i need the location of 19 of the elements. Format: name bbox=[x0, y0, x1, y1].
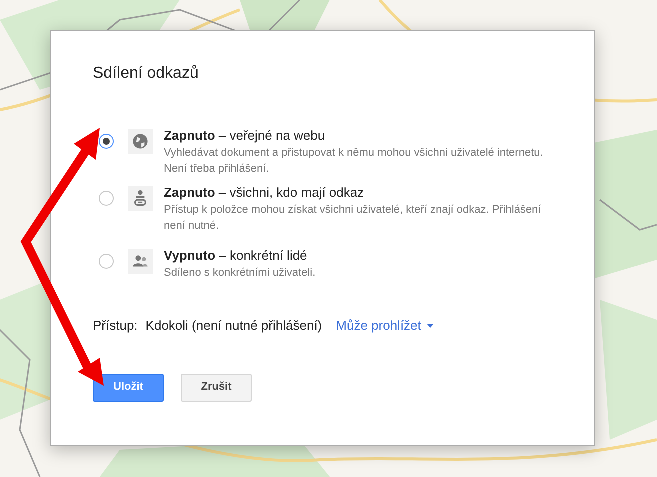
dialog-title: Sdílení odkazů bbox=[93, 64, 200, 84]
radio-button[interactable] bbox=[99, 254, 114, 269]
access-label: Přístup: bbox=[93, 317, 138, 335]
radio-button[interactable] bbox=[99, 191, 114, 206]
people-icon bbox=[128, 249, 153, 274]
caret-icon bbox=[427, 324, 434, 328]
access-value: Kdokoli (není nutné přihlášení) bbox=[146, 317, 322, 335]
person-link-icon bbox=[128, 186, 153, 211]
option-description: Sdíleno s konkrétními uživateli. bbox=[164, 266, 317, 281]
save-button[interactable]: Uložit bbox=[93, 374, 164, 402]
option-title: Vypnuto – konkrétní lidé bbox=[164, 248, 308, 264]
permission-dropdown[interactable]: Může prohlížet bbox=[336, 316, 434, 336]
option-description: Vyhledávat dokument a přistupovat k němu mohou všichni uživatelé internetu. Není třeba přihlášení. bbox=[164, 146, 544, 177]
radio-button[interactable] bbox=[99, 134, 114, 149]
cancel-button[interactable]: Zrušit bbox=[181, 374, 252, 402]
option-title: Zapnuto – veřejné na webu bbox=[164, 128, 326, 144]
globe-icon bbox=[128, 129, 153, 154]
option-description: Přístup k položce mohou získat všichni uživatelé, kteří znají odkaz. Přihlášení není nutné. bbox=[164, 203, 542, 234]
option-title: Zapnuto – všichni, kdo mají odkaz bbox=[164, 185, 366, 201]
